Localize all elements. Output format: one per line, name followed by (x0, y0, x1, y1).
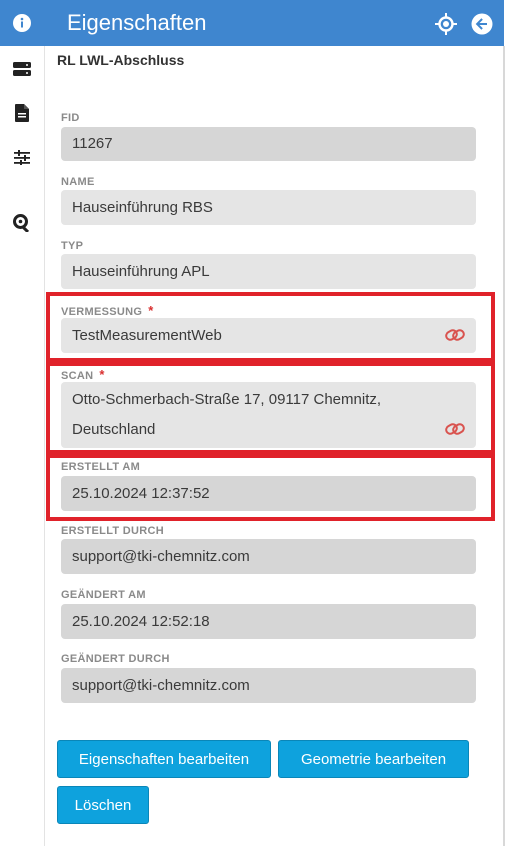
layers-icon (13, 62, 31, 76)
feature-title: RL LWL-Abschluss (57, 52, 185, 68)
erstellt-durch-value: support@tki-chemnitz.com (72, 548, 250, 565)
fid-value: 11267 (72, 135, 113, 152)
info-icon (13, 14, 31, 32)
geaendert-durch-value: support@tki-chemnitz.com (72, 677, 250, 694)
typ-field[interactable]: Hauseinführung APL (61, 254, 476, 289)
search-location-icon (13, 214, 30, 232)
vermessung-field[interactable]: TestMeasurementWeb (61, 318, 476, 353)
erstellt-am-value: 25.10.2024 12:37:52 (72, 485, 210, 502)
edit-properties-button[interactable]: Eigenschaften bearbeiten (57, 740, 271, 778)
name-label: NAME (61, 176, 95, 188)
rail-tab-info[interactable] (0, 0, 44, 46)
erstellt-durch-field[interactable]: support@tki-chemnitz.com (61, 539, 476, 574)
fid-label: FID (61, 112, 80, 124)
rail-tab-layers[interactable] (11, 58, 33, 80)
rail-tab-search[interactable] (11, 212, 33, 234)
panel-title: Eigenschaften (67, 10, 207, 35)
fid-field[interactable]: 11267 (61, 127, 476, 161)
vermessung-value: TestMeasurementWeb (72, 327, 222, 344)
erstellt-durch-label: ERSTELLT DURCH (61, 525, 164, 537)
link-icon[interactable] (445, 422, 465, 436)
scan-label-text: SCAN (61, 370, 94, 382)
geaendert-am-label: GEÄNDERT AM (61, 589, 146, 601)
required-marker: * (99, 367, 105, 382)
scan-label: SCAN * (61, 367, 105, 382)
back-button[interactable] (470, 12, 494, 36)
side-rail (0, 0, 45, 846)
rail-tab-document[interactable] (11, 102, 33, 124)
geaendert-am-field[interactable]: 25.10.2024 12:52:18 (61, 604, 476, 639)
edit-geometry-button[interactable]: Geometrie bearbeiten (278, 740, 469, 778)
typ-label: TYP (61, 240, 84, 252)
geaendert-am-value: 25.10.2024 12:52:18 (72, 613, 210, 630)
back-arrow-icon (471, 13, 493, 35)
erstellt-am-label: ERSTELLT AM (61, 461, 141, 473)
document-icon (15, 104, 29, 122)
panel-header: Eigenschaften (44, 0, 504, 46)
name-field[interactable]: Hauseinführung RBS (61, 190, 476, 225)
required-marker: * (148, 303, 154, 318)
name-value: Hauseinführung RBS (72, 199, 213, 216)
vermessung-label-text: VERMESSUNG (61, 306, 143, 318)
erstellt-am-field[interactable]: 25.10.2024 12:37:52 (61, 476, 476, 511)
typ-value: Hauseinführung APL (72, 263, 210, 280)
rail-tab-tune[interactable] (11, 146, 33, 168)
scan-value-line1: Otto-Schmerbach-Straße 17, 09117 Chemnit… (72, 391, 382, 408)
delete-button[interactable]: Löschen (57, 786, 149, 824)
tune-icon (14, 150, 30, 165)
vermessung-label: VERMESSUNG * (61, 303, 154, 318)
locate-button[interactable] (434, 12, 458, 36)
locate-icon (435, 13, 457, 35)
geaendert-durch-label: GEÄNDERT DURCH (61, 653, 170, 665)
link-icon[interactable] (445, 328, 465, 342)
geaendert-durch-field[interactable]: support@tki-chemnitz.com (61, 668, 476, 703)
scan-field[interactable]: Otto-Schmerbach-Straße 17, 09117 Chemnit… (61, 382, 476, 448)
scan-value-line2: Deutschland (72, 421, 156, 438)
